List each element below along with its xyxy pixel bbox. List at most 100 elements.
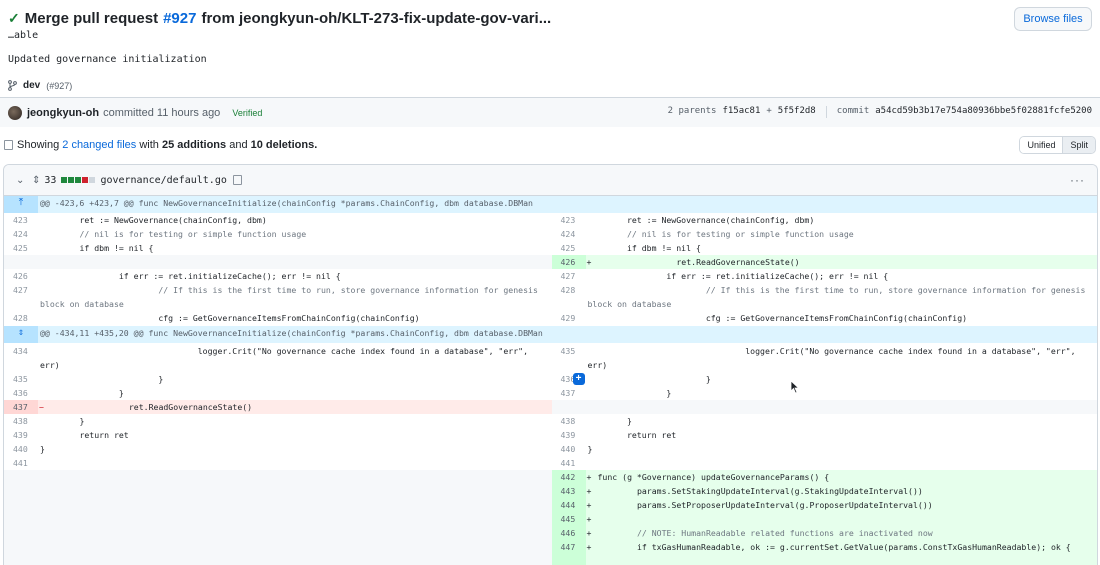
- plus-marker: +: [586, 514, 592, 524]
- line-number[interactable]: 427: [552, 269, 586, 283]
- additions-count: 25 additions: [161, 139, 227, 151]
- copy-icon[interactable]: [232, 175, 242, 185]
- commit-body-line: Updated governance initialization: [8, 54, 207, 65]
- code-line: }: [587, 374, 711, 384]
- diffstat-add: [75, 177, 82, 183]
- empty-cell: [4, 554, 552, 565]
- code-line: ret.ReadGovernanceState(): [50, 402, 253, 412]
- code-line: params.SetStakingUpdateInterval(g.Stakin…: [597, 486, 923, 496]
- line-number[interactable]: 424: [552, 227, 586, 241]
- minus-marker: −: [39, 402, 44, 412]
- line-number[interactable]: 429: [552, 311, 586, 325]
- avatar[interactable]: [8, 105, 22, 120]
- table-row: 426 + ret.ReadGovernanceState(): [4, 255, 1097, 269]
- plus-marker: +: [586, 528, 592, 538]
- line-number[interactable]: 436: [4, 386, 38, 400]
- unified-button[interactable]: Unified: [1020, 137, 1063, 153]
- code-line: cfg := GetGovernanceItemsFromChainConfig…: [587, 313, 968, 323]
- line-number[interactable]: 437: [552, 386, 586, 400]
- line-number[interactable]: 428: [4, 311, 38, 325]
- plus-marker: +: [586, 542, 592, 552]
- line-number[interactable]: 440: [552, 442, 586, 456]
- line-number[interactable]: 438: [552, 414, 586, 428]
- line-number[interactable]: 445: [551, 512, 586, 526]
- verified-badge[interactable]: Verified: [228, 106, 266, 120]
- line-number[interactable]: 447: [551, 540, 586, 554]
- expand-icon[interactable]: ⇕: [32, 175, 40, 186]
- line-number[interactable]: 434: [4, 344, 38, 372]
- expand-up-icon[interactable]: ⤒: [4, 196, 38, 213]
- line-number[interactable]: 425: [552, 241, 586, 255]
- code-line: ret.ReadGovernanceState(): [597, 257, 800, 267]
- line-number[interactable]: 435: [552, 344, 586, 372]
- line-number[interactable]: 442: [551, 470, 586, 484]
- code-line: }: [587, 416, 632, 426]
- table-row: 446 + // NOTE: HumanReadable related func…: [4, 526, 1097, 540]
- summary-and: and: [229, 139, 248, 151]
- code-line: }: [40, 374, 164, 384]
- browse-files-button[interactable]: Browse files: [1014, 7, 1092, 31]
- diffstat-add: [61, 177, 68, 183]
- diffstat-del: [82, 177, 89, 183]
- line-number[interactable]: 443: [551, 484, 586, 498]
- chevron-down-icon[interactable]: ⌄: [16, 175, 28, 186]
- code-line: // NOTE: HumanReadable related functions…: [597, 528, 933, 538]
- author-link[interactable]: jeongkyun-oh: [27, 107, 99, 119]
- code-line: ret := NewGovernance(chainConfig, dbm): [40, 215, 267, 225]
- empty-cell: [4, 526, 552, 540]
- commit-header: ✓ Merge pull request #927 from jeongkyun…: [0, 0, 1100, 127]
- branch-icon: [8, 80, 17, 91]
- split-button[interactable]: Split: [1062, 137, 1095, 153]
- table-row: 424 // nil is for testing or simple func…: [4, 227, 1097, 241]
- summary-showing: Showing: [17, 139, 60, 151]
- line-number[interactable]: 435: [4, 372, 38, 386]
- deletions-count: 10 deletions.: [250, 139, 318, 151]
- line-number[interactable]: 441: [4, 456, 38, 470]
- parent-sha[interactable]: f15ac81: [722, 106, 760, 118]
- change-count: 33: [44, 174, 57, 186]
- expand-both-icon[interactable]: ⇕: [4, 326, 38, 343]
- summary-with: with: [139, 139, 159, 151]
- line-number[interactable]: 441: [552, 456, 586, 470]
- line-number[interactable]: 426: [4, 269, 38, 283]
- line-number[interactable]: 439: [552, 428, 586, 442]
- line-number[interactable]: 438: [4, 414, 38, 428]
- parent-sha[interactable]: 5f5f2d8: [778, 106, 816, 118]
- line-number[interactable]: 428: [552, 283, 586, 311]
- line-number[interactable]: 426: [551, 255, 586, 269]
- line-number[interactable]: 446: [551, 526, 586, 540]
- line-number[interactable]: 437: [4, 400, 38, 414]
- table-row: 425 if dbm != nil { 425 if dbm != nil {: [4, 241, 1097, 255]
- diffstat-blocks: [61, 177, 96, 183]
- line-number[interactable]: 427: [4, 283, 38, 311]
- code-line: if dbm != nil {: [587, 243, 701, 253]
- file-name[interactable]: governance/default.go: [100, 175, 226, 186]
- branch-name[interactable]: dev: [23, 80, 40, 91]
- code-line: ret := NewGovernance(chainConfig, dbm): [587, 215, 815, 225]
- table-row: 438 } 438 }: [4, 414, 1097, 428]
- parents-label: 2 parents: [667, 106, 717, 116]
- empty-cell: [551, 400, 1097, 414]
- line-number[interactable]: 423: [4, 213, 38, 227]
- line-number[interactable]: 425: [4, 241, 38, 255]
- code-line: if err := ret.initializeCache(); err != …: [40, 271, 341, 281]
- commit-body-line: …able: [8, 30, 39, 41]
- empty-cell: [4, 255, 552, 269]
- line-number[interactable]: 439: [4, 428, 38, 442]
- branch-pr[interactable]: (#927): [46, 81, 72, 91]
- line-number[interactable]: 424: [4, 227, 38, 241]
- branch-info: dev (#927): [8, 80, 72, 91]
- line-number[interactable]: 423: [552, 213, 586, 227]
- add-comment-button[interactable]: +: [572, 373, 585, 385]
- code-line: params.SetProposerUpdateInterval(g.Propo…: [597, 500, 933, 510]
- empty-cell: [4, 484, 552, 498]
- more-options-icon[interactable]: ···: [1070, 173, 1085, 187]
- changed-files-link[interactable]: 2 changed files: [62, 139, 136, 151]
- line-number[interactable]: 440: [4, 442, 38, 456]
- empty-cell: [4, 470, 552, 484]
- hunk-text: @@ -434,11 +435,20 @@ func NewGovernance…: [40, 328, 543, 338]
- file-diff-icon: [4, 140, 13, 150]
- line-number[interactable]: 444: [551, 498, 586, 512]
- line-number[interactable]: [551, 554, 586, 565]
- pr-link[interactable]: #927: [163, 10, 196, 27]
